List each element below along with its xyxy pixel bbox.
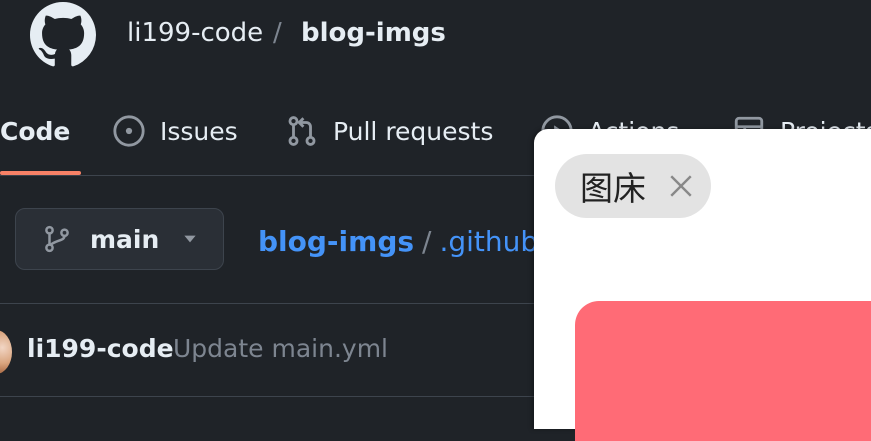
path-repo-link[interactable]: blog-imgs	[258, 225, 414, 258]
tab-pull-requests[interactable]: Pull requests	[285, 88, 493, 174]
breadcrumb-repo[interactable]: blog-imgs	[301, 14, 446, 52]
issue-icon	[113, 115, 145, 147]
tab-code[interactable]: Code	[0, 88, 70, 174]
color-card[interactable]	[575, 301, 871, 441]
breadcrumb-owner[interactable]: li199-code	[127, 14, 263, 52]
repo-header: li199-code / blog-imgs	[0, 0, 871, 70]
breadcrumb-separator: /	[273, 18, 282, 48]
branch-name: main	[90, 224, 160, 254]
git-branch-icon	[45, 225, 69, 253]
close-icon[interactable]	[668, 173, 694, 199]
chevron-down-icon	[184, 235, 196, 243]
tab-issues-label: Issues	[160, 116, 238, 146]
tab-code-label: Code	[0, 116, 71, 146]
tag-chip-label: 图床	[580, 169, 646, 208]
tab-pull-requests-label: Pull requests	[333, 116, 494, 146]
avatar[interactable]	[0, 330, 12, 374]
github-logo-icon[interactable]	[30, 2, 96, 68]
overlay-panel: 图床	[534, 129, 871, 441]
path-separator: /	[422, 225, 432, 258]
tag-chip[interactable]: 图床	[555, 154, 711, 218]
path-folder-link[interactable]: .github	[439, 225, 538, 258]
commit-message[interactable]: Update main.yml	[173, 334, 388, 363]
commit-author[interactable]: li199-code	[27, 334, 174, 363]
branch-select-button[interactable]: main	[15, 208, 224, 270]
pull-request-icon	[288, 116, 316, 146]
file-path-breadcrumb: blog-imgs / .github	[258, 222, 538, 262]
tab-issues[interactable]: Issues	[112, 88, 238, 174]
